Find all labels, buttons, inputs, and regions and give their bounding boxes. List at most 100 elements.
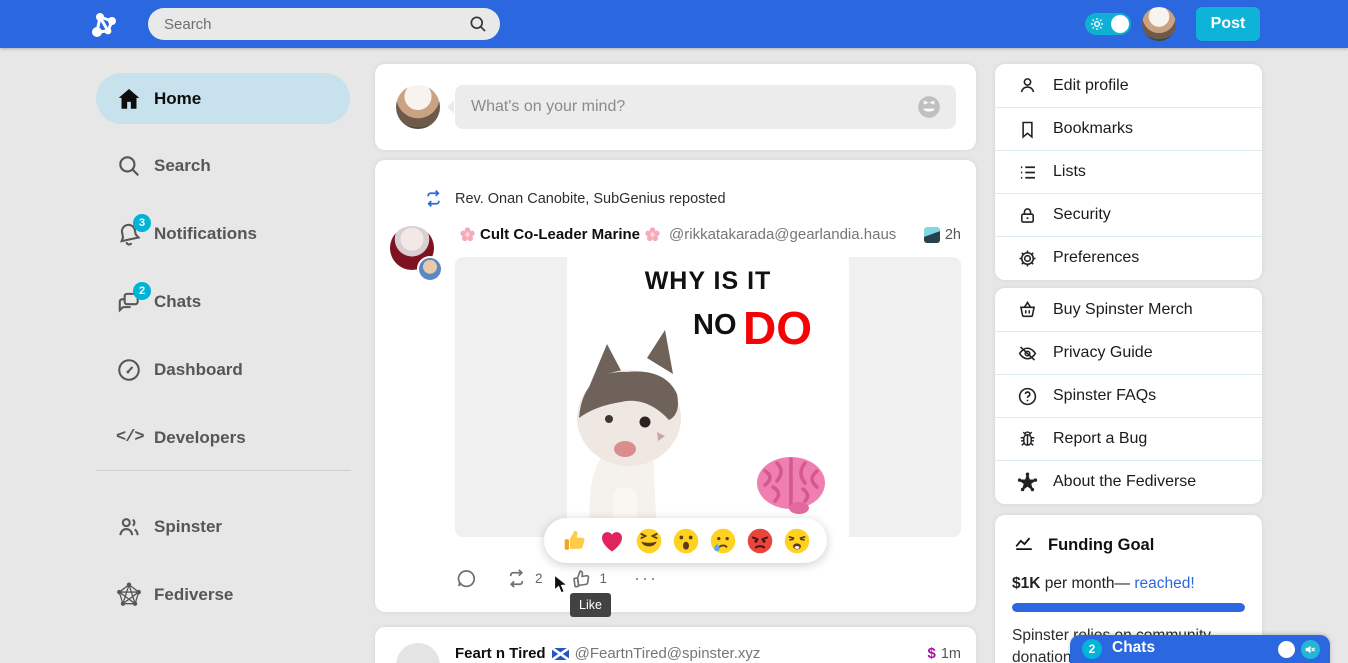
post-card: Rev. Onan Canobite, SubGenius reposted C… (375, 160, 976, 612)
menu-item-report-bug[interactable]: Report a Bug (995, 417, 1262, 460)
menu-item-label: Edit profile (1053, 77, 1129, 95)
chats-panel-label: Chats (1112, 639, 1155, 657)
theme-toggle[interactable] (1085, 13, 1131, 35)
repost-count: 2 (535, 571, 543, 586)
reaction-wow[interactable] (672, 527, 700, 555)
sidebar-item-fediverse[interactable]: Fediverse (96, 571, 350, 619)
sidebar-divider (96, 470, 351, 471)
funding-reached-link[interactable]: reached! (1134, 575, 1194, 592)
trend-chart-icon (1013, 534, 1035, 556)
search-bar[interactable] (148, 8, 500, 40)
user-avatar[interactable] (1142, 7, 1176, 41)
spinster-logo-icon (88, 8, 122, 42)
toggle-knob (1111, 15, 1129, 33)
person-icon (1017, 75, 1038, 96)
funding-goal-line: $1K per month— reached! (1012, 575, 1195, 593)
menu-item-lists[interactable]: Lists (995, 150, 1262, 193)
menu-item-edit-profile[interactable]: Edit profile (995, 64, 1262, 107)
funding-title: Funding Goal (1048, 536, 1154, 555)
sun-icon (1090, 17, 1104, 31)
eye-off-icon (1017, 343, 1038, 364)
menu-item-label: Lists (1053, 163, 1086, 181)
post-author-name[interactable]: Cult Co-Leader Marine (480, 226, 640, 243)
lock-icon (1017, 205, 1038, 226)
reaction-weary[interactable] (783, 527, 811, 555)
chats-panel-bar[interactable]: 2 Chats (1070, 635, 1330, 663)
sidebar-item-notifications[interactable]: 3 Notifications (96, 210, 350, 258)
like-count: 1 (600, 571, 608, 586)
reaction-laugh[interactable] (635, 527, 663, 555)
reaction-angry[interactable] (746, 527, 774, 555)
post-actions: 2 1 ··· (455, 564, 961, 592)
fediverse-icon (116, 582, 142, 608)
menu-item-security[interactable]: Security (995, 193, 1262, 236)
gear-icon (1017, 248, 1038, 269)
search-input[interactable] (164, 16, 468, 33)
menu-item-label: About the Fediverse (1053, 473, 1196, 491)
menu-item-label: Preferences (1053, 249, 1139, 267)
menu-item-label: Buy Spinster Merch (1053, 301, 1193, 319)
spinster-logo[interactable] (88, 8, 122, 42)
speaker-mute-icon[interactable] (1301, 640, 1320, 659)
more-options-icon[interactable]: ··· (634, 573, 658, 583)
sidebar-item-spinster[interactable]: Spinster (96, 503, 350, 551)
repost-button[interactable] (505, 567, 528, 590)
next-post-timestamp[interactable]: 1m (941, 646, 961, 662)
sidebar-item-label: Dashboard (154, 360, 243, 380)
next-post-card: Feart n Tired @FeartnTired@spinster.xyz … (375, 627, 976, 663)
chats-badge: 2 (133, 282, 151, 300)
repost-banner-text: Rev. Onan Canobite, SubGenius reposted (455, 191, 726, 207)
flower-emoji (645, 227, 660, 242)
reaction-picker (544, 518, 827, 563)
scotland-flag-emoji (552, 648, 569, 660)
menu-item-merch[interactable]: Buy Spinster Merch (995, 288, 1262, 331)
custom-emoji-icon (924, 227, 940, 243)
menu-item-label: Bookmarks (1053, 120, 1133, 138)
reaction-heart[interactable] (598, 527, 626, 555)
chats-sound-toggle-knob[interactable] (1278, 641, 1295, 658)
reposter-avatar[interactable] (417, 256, 443, 282)
menu-item-label: Spinster FAQs (1053, 387, 1156, 405)
post-timestamp[interactable]: 2h (945, 227, 961, 243)
basket-icon (1017, 299, 1038, 320)
menu-item-about-fediverse[interactable]: About the Fediverse (995, 460, 1262, 503)
emoji-picker-icon[interactable] (916, 94, 942, 120)
list-icon (1017, 162, 1038, 183)
sidebar-item-chats[interactable]: 2 Chats (96, 278, 350, 326)
compose-input[interactable]: What's on your mind? (455, 85, 956, 129)
next-post-author-name[interactable]: Feart n Tired (455, 645, 546, 662)
post-author-handle[interactable]: @rikkatakarada@gearlandia.haus (669, 226, 896, 243)
sidebar-item-label: Chats (154, 292, 201, 312)
sidebar-item-label: Spinster (154, 517, 222, 537)
reply-button[interactable] (455, 567, 478, 590)
funding-period: per month (1040, 575, 1114, 592)
menu-item-faqs[interactable]: Spinster FAQs (995, 374, 1262, 417)
sidebar-item-home[interactable]: Home (96, 73, 350, 124)
post-media[interactable]: WHY IS IT NO DO (455, 257, 961, 537)
chats-unread-badge: 2 (1082, 639, 1102, 659)
search-icon[interactable] (468, 14, 488, 34)
funding-title-row: Funding Goal (1013, 534, 1154, 556)
chats-icon: 2 (116, 289, 142, 315)
next-post-avatar[interactable] (396, 643, 440, 663)
like-button[interactable] (570, 567, 593, 590)
sidebar-item-developers[interactable]: </> Developers (96, 414, 350, 462)
funding-separator: — (1115, 575, 1135, 592)
menu-item-label: Privacy Guide (1053, 344, 1153, 362)
reaction-cry[interactable] (709, 527, 737, 555)
compose-avatar[interactable] (396, 85, 440, 129)
menu-item-preferences[interactable]: Preferences (995, 236, 1262, 279)
menu-item-label: Security (1053, 206, 1111, 224)
bell-icon: 3 (116, 221, 142, 247)
bookmark-icon (1017, 119, 1038, 140)
sidebar-item-dashboard[interactable]: Dashboard (96, 346, 350, 394)
next-post-author-handle[interactable]: @FeartnTired@spinster.xyz (575, 645, 761, 662)
reaction-thumbs-up[interactable] (561, 527, 589, 555)
compose-card: What's on your mind? (375, 64, 976, 150)
menu-item-bookmarks[interactable]: Bookmarks (995, 107, 1262, 150)
menu-item-privacy-guide[interactable]: Privacy Guide (995, 331, 1262, 374)
post-button[interactable]: Post (1196, 7, 1260, 41)
sidebar-item-search[interactable]: Search (96, 142, 350, 190)
repost-banner[interactable]: Rev. Onan Canobite, SubGenius reposted (423, 188, 726, 209)
next-post-meta: $ 1m (928, 645, 962, 662)
